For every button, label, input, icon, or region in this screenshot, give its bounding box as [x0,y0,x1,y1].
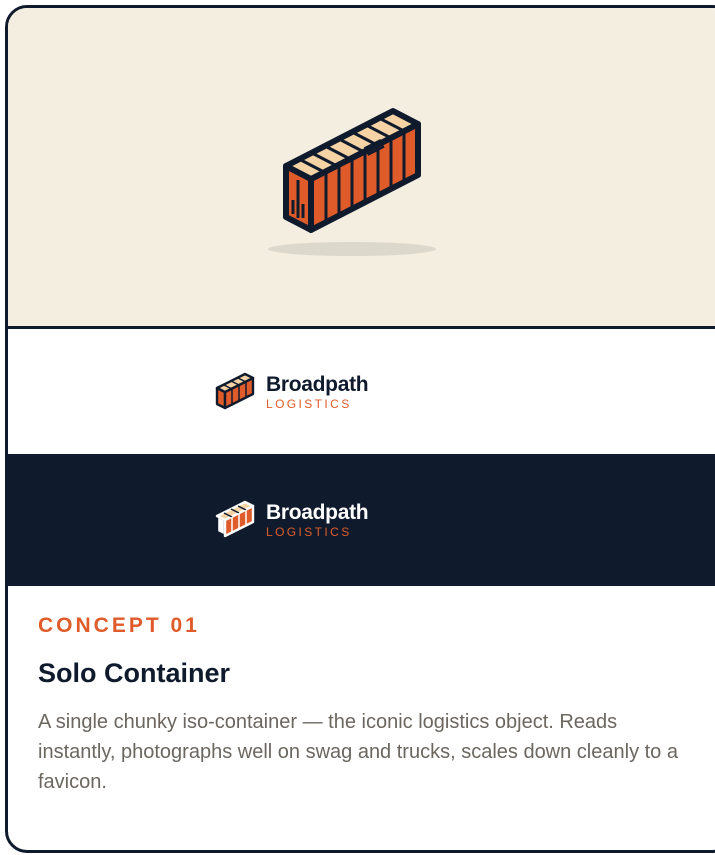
concept-title: Solo Container [38,658,231,688]
brand-name: Broadpath [266,372,369,396]
concept-card: Broadpath LOGISTICS Broadpath LOGISTICS … [5,5,715,853]
brand-subtitle: LOGISTICS [266,396,352,411]
logo-lockup-dark: Broadpath LOGISTICS [213,498,369,542]
logo-dark-preview: Broadpath LOGISTICS [8,454,715,586]
iso-container-icon [268,108,436,256]
container-logo-icon [215,372,255,410]
concept-label: CONCEPT 01 [38,614,200,637]
logo-lockup-light: Broadpath LOGISTICS [213,370,369,414]
logo-wordmark-dark: Broadpath LOGISTICS [266,500,369,539]
concept-info: CONCEPT 01 Solo Container A single chunk… [8,586,715,797]
logo-wordmark-light: Broadpath LOGISTICS [266,372,369,411]
container-logo-icon [215,500,255,538]
logo-light-preview: Broadpath LOGISTICS [8,329,715,454]
concept-description: A single chunky iso-container — the icon… [38,711,678,793]
hero-illustration-panel [8,8,715,329]
brand-name: Broadpath [266,500,369,524]
brand-subtitle: LOGISTICS [266,524,352,539]
